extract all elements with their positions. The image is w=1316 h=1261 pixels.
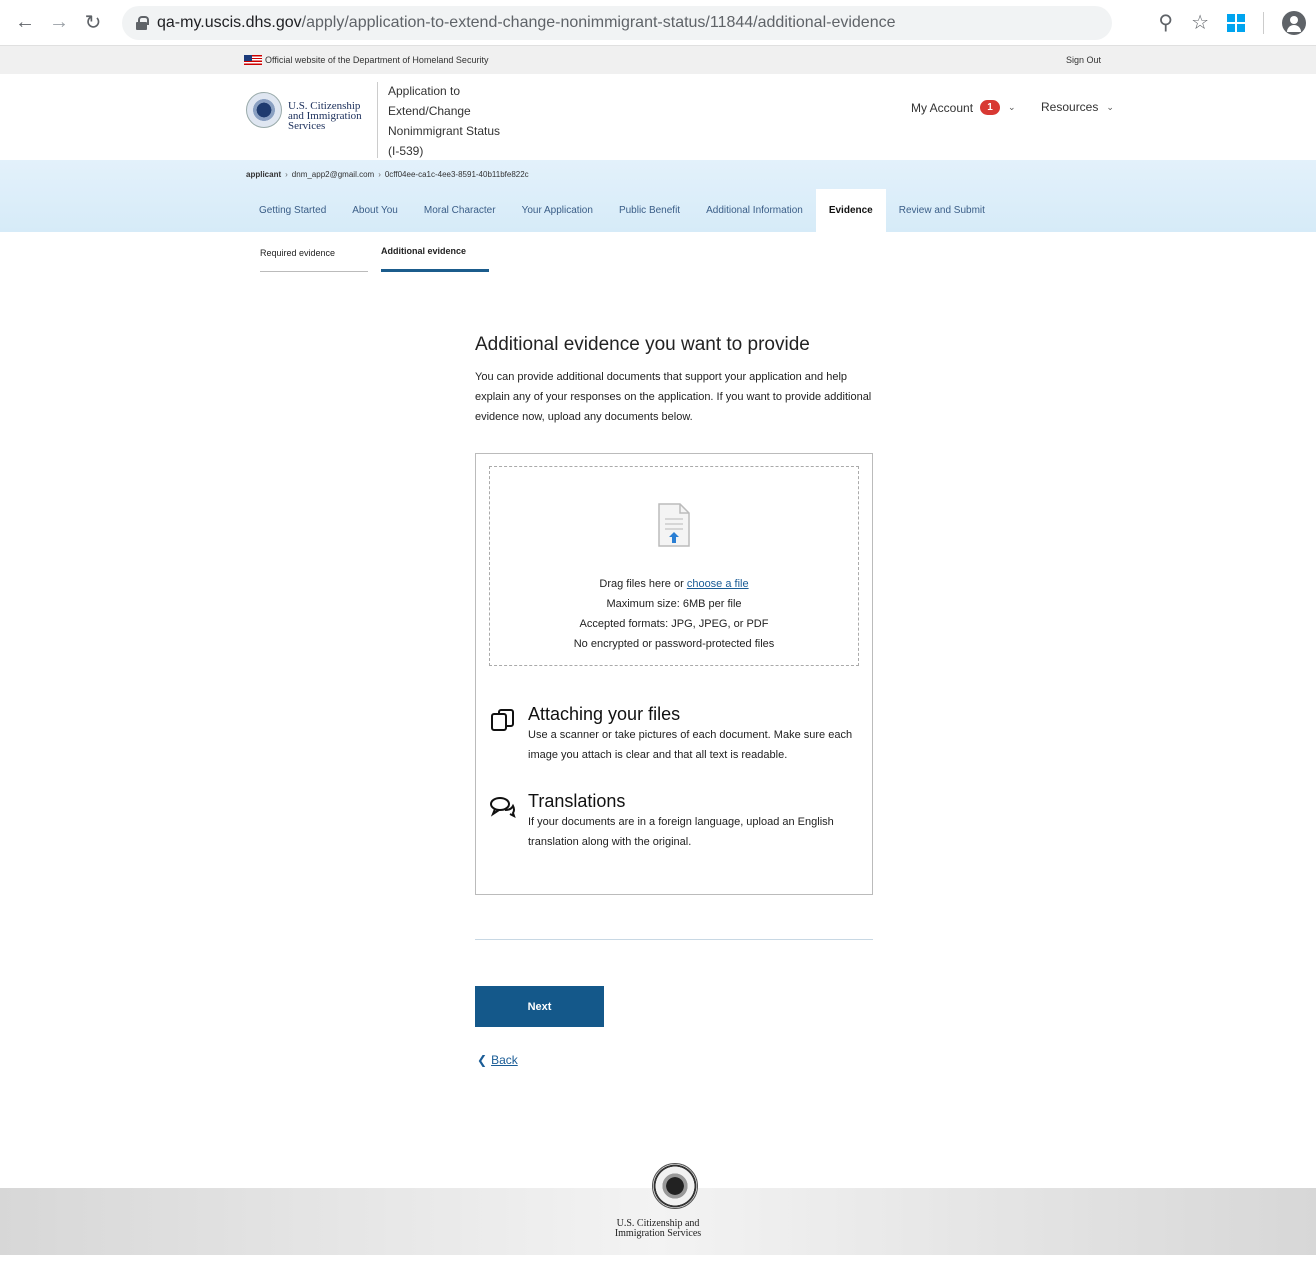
notification-badge: 1	[980, 100, 1001, 115]
my-account-menu[interactable]: My Account 1 ⌄	[911, 100, 1016, 115]
zoom-icon[interactable]: ⚲	[1158, 10, 1173, 35]
tab-review-and-submit[interactable]: Review and Submit	[886, 189, 998, 232]
app-title-line-2: Extend/Change	[388, 104, 471, 118]
formats-text: Accepted formats: JPG, JPEG, or PDF	[579, 618, 769, 630]
tab-moral-character[interactable]: Moral Character	[411, 189, 509, 232]
chevron-down-icon: ⌄	[1008, 102, 1016, 112]
url-host: qa-my.uscis.dhs.gov	[157, 13, 302, 31]
browser-toolbar: ← → ↻ qa-my.uscis.dhs.gov/apply/applicat…	[0, 0, 1316, 46]
translations-title: Translations	[528, 791, 626, 811]
speech-bubbles-icon	[490, 797, 516, 818]
windows-extension-icon[interactable]	[1227, 13, 1245, 32]
tab-about-you[interactable]: About You	[339, 189, 411, 232]
page-title: Additional evidence you want to provide	[475, 334, 810, 355]
site-header: U.S. Citizenship and Immigration Service…	[0, 74, 1316, 160]
choose-file-link[interactable]: choose a file	[687, 578, 749, 590]
file-dropzone[interactable]: Drag files here or choose a file Maximum…	[489, 466, 859, 666]
footer-line-2: Immigration Services	[614, 1228, 702, 1239]
attaching-title: Attaching your files	[528, 704, 681, 724]
subtab-required-evidence[interactable]: Required evidence	[260, 246, 368, 272]
breadcrumb-email[interactable]: dnm_app2@gmail.com	[292, 170, 374, 179]
encrypted-text: No encrypted or password-protected files	[573, 638, 775, 650]
sign-out-link[interactable]: Sign Out	[1066, 55, 1101, 65]
attaching-files-info: Attaching your files Use a scanner or ta…	[489, 704, 869, 765]
breadcrumb: applicant › dnm_app2@gmail.com › 0cff04ee-ca…	[246, 170, 529, 179]
chevron-down-icon: ⌄	[1106, 101, 1114, 112]
max-size-text: Maximum size: 6MB per file	[606, 598, 742, 610]
url-path: /apply/application-to-extend-change-noni…	[301, 13, 896, 31]
section-tabs: Getting Started About You Moral Characte…	[246, 189, 998, 232]
breadcrumb-role[interactable]: applicant	[246, 170, 281, 179]
agency-line-3: Services	[288, 120, 326, 132]
agency-logo-text[interactable]: U.S. Citizenship and Immigration Service…	[288, 101, 362, 132]
bookmark-star-icon[interactable]: ☆	[1191, 10, 1209, 35]
gov-banner: Official website of the Department of Ho…	[0, 46, 1316, 74]
back-label: Back	[491, 1053, 518, 1067]
application-title: Application to Extend/Change Nonimmigran…	[388, 81, 518, 161]
app-title-line-4: (I-539)	[388, 144, 424, 158]
translations-text: If your documents are in a foreign langu…	[528, 816, 834, 848]
back-link[interactable]: ❮ Back	[477, 1053, 518, 1067]
app-title-line-1: Application to	[388, 84, 461, 98]
dhs-seal-icon	[652, 1163, 698, 1209]
file-upload-icon	[658, 503, 690, 547]
tab-public-benefit[interactable]: Public Benefit	[606, 189, 693, 232]
dhs-seal-icon[interactable]	[246, 92, 282, 128]
footer-agency-name: U.S. Citizenship and Immigration Service…	[0, 1219, 1316, 1239]
tab-getting-started[interactable]: Getting Started	[246, 189, 339, 232]
attach-files-icon	[491, 709, 514, 731]
forward-arrow-icon[interactable]: →	[44, 8, 74, 38]
profile-avatar-icon[interactable]	[1282, 10, 1306, 35]
official-website-text: Official website of the Department of Ho…	[265, 55, 489, 65]
tab-your-application[interactable]: Your Application	[509, 189, 606, 232]
application-nav: applicant › dnm_app2@gmail.com › 0cff04ee-ca…	[0, 160, 1316, 232]
lock-icon	[136, 16, 149, 30]
back-arrow-icon[interactable]: ←	[10, 8, 40, 38]
us-flag-icon	[244, 55, 262, 65]
dropzone-instructions: Drag files here or choose a file Maximum…	[490, 574, 858, 654]
toolbar-divider	[1263, 11, 1264, 34]
tab-evidence[interactable]: Evidence	[815, 189, 886, 232]
app-title-line-3: Nonimmigrant Status	[388, 124, 501, 138]
subtab-additional-evidence[interactable]: Additional evidence	[381, 246, 489, 272]
reload-icon[interactable]: ↻	[78, 8, 108, 38]
next-button[interactable]: Next	[475, 986, 604, 1027]
address-bar[interactable]: qa-my.uscis.dhs.gov/apply/application-to…	[122, 5, 1112, 40]
breadcrumb-separator: ›	[285, 170, 288, 179]
intro-text: You can provide additional documents tha…	[475, 371, 872, 423]
my-account-label: My Account	[911, 100, 974, 115]
breadcrumb-id: 0cff04ee-ca1c-4ee3-8591-40b11bfe822c	[384, 170, 529, 179]
breadcrumb-separator: ›	[378, 170, 381, 179]
chevron-left-icon: ❮	[477, 1053, 488, 1067]
main-content: Additional evidence you want to provide …	[475, 334, 873, 427]
drag-text: Drag files here or	[599, 578, 687, 590]
evidence-subtabs: Required evidence Additional evidence	[0, 232, 1316, 292]
section-divider	[475, 939, 873, 940]
translations-info: Translations If your documents are in a …	[489, 791, 869, 852]
tab-additional-information[interactable]: Additional Information	[693, 189, 816, 232]
drag-line: Drag files here or choose a file	[490, 574, 858, 594]
upload-card: Drag files here or choose a file Maximum…	[475, 453, 873, 895]
header-divider	[377, 82, 378, 158]
resources-label: Resources	[1041, 100, 1099, 114]
resources-menu[interactable]: Resources ⌄	[1041, 100, 1114, 114]
attaching-text: Use a scanner or take pictures of each d…	[528, 729, 853, 761]
